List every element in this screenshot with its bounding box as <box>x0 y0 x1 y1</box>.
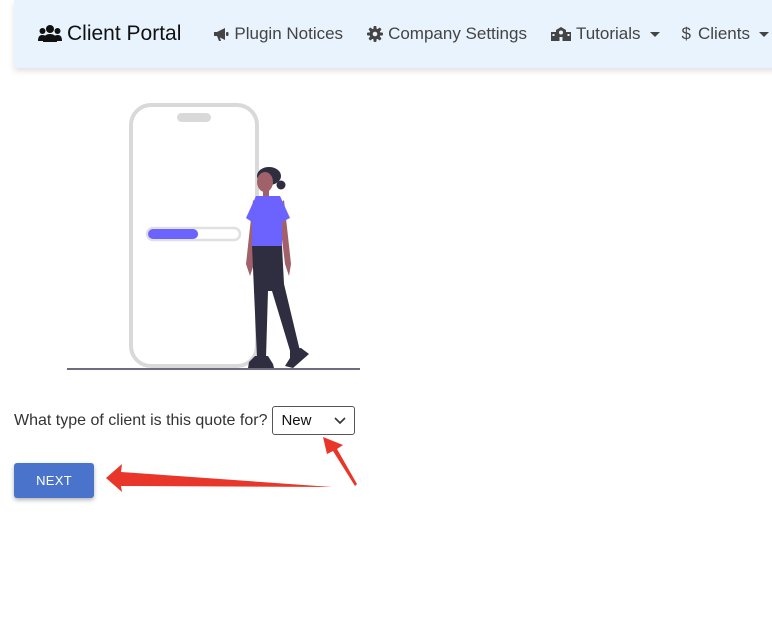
client-type-select[interactable]: New <box>272 406 356 435</box>
nav-company-settings-label: Company Settings <box>388 24 527 43</box>
next-button[interactable]: NEXT <box>14 463 94 498</box>
nav-plugin-notices[interactable]: Plugin Notices <box>213 24 343 44</box>
school-icon <box>550 27 571 41</box>
chevron-down-icon <box>758 31 769 37</box>
progress-fill <box>148 229 199 239</box>
dollar-icon: $ <box>681 24 691 43</box>
chevron-down-icon <box>334 416 347 424</box>
gear-icon <box>367 26 384 42</box>
client-type-question: What type of client is this quote for? <box>14 411 268 429</box>
top-navbar: Client Portal Plugin Notices Company Set… <box>14 0 772 68</box>
megaphone-icon <box>214 28 229 41</box>
nav-clients-label: Clients <box>698 24 750 43</box>
annotation-arrow-up <box>323 437 357 486</box>
nav-plugin-notices-label: Plugin Notices <box>234 24 344 43</box>
client-type-selected-value: New <box>281 412 312 429</box>
users-icon <box>38 25 62 42</box>
nav-tutorials-dropdown[interactable]: Tutorials <box>550 24 660 44</box>
nav-clients-dropdown[interactable]: $ Clients <box>682 24 769 44</box>
chevron-down-icon <box>649 31 660 37</box>
phone-progress-illustration <box>67 103 360 370</box>
annotation-arrow-left <box>106 464 332 492</box>
nav-company-settings[interactable]: Company Settings <box>367 24 527 44</box>
client-type-row: What type of client is this quote for? N… <box>14 406 356 435</box>
nav-tutorials-label: Tutorials <box>575 24 641 43</box>
brand-label: Client Portal <box>67 22 182 45</box>
brand-link[interactable]: Client Portal <box>38 22 181 46</box>
